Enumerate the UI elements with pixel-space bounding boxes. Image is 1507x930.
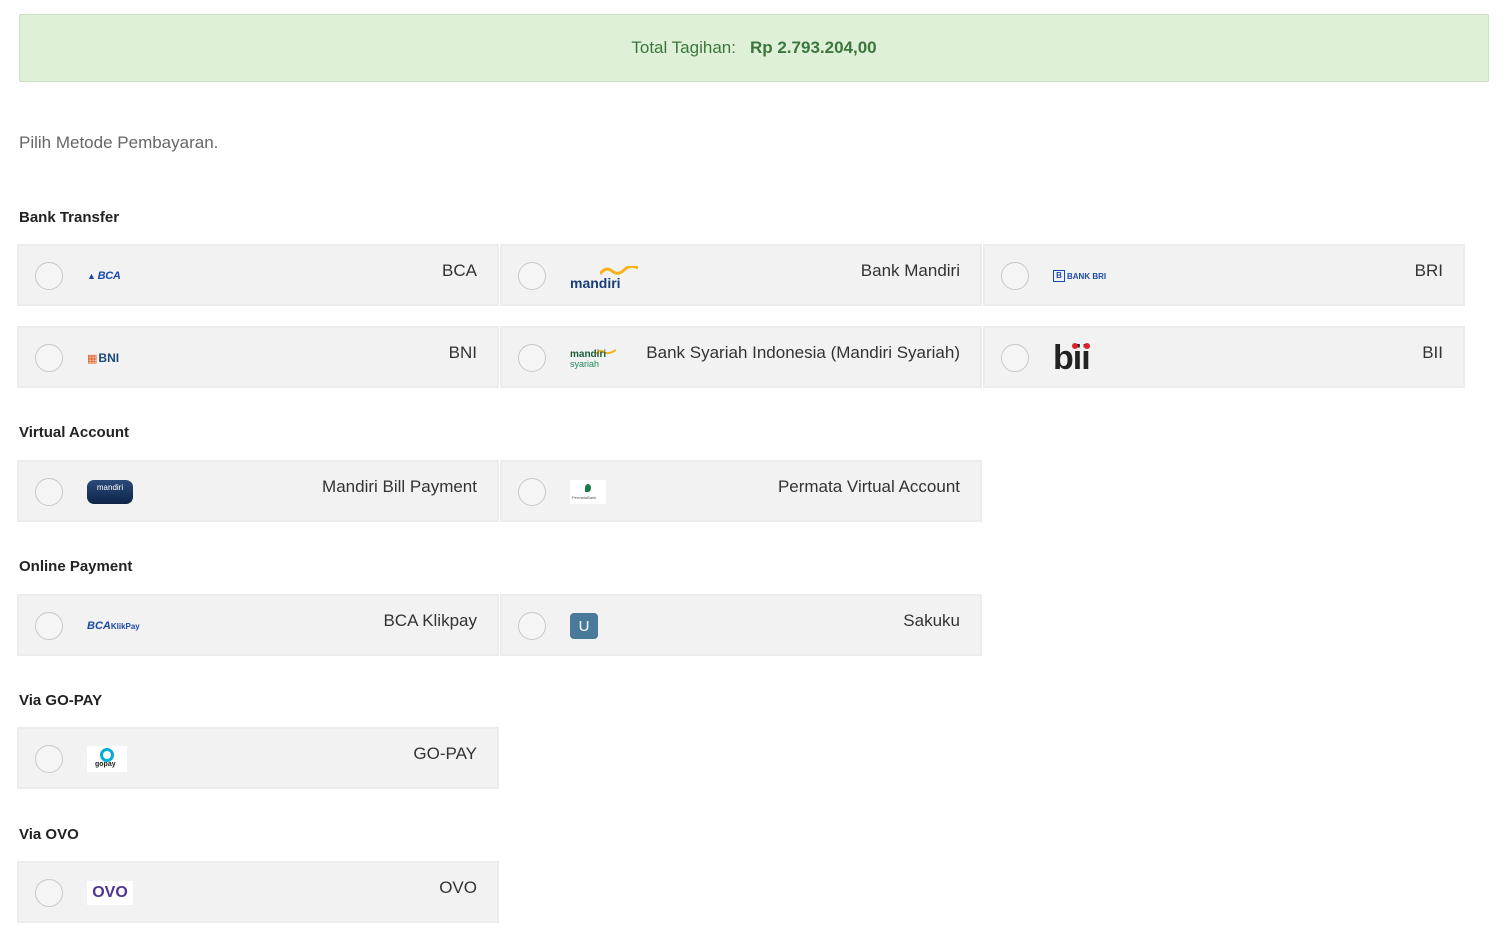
payment-option-sakuku[interactable]: U Sakuku [500,594,982,656]
payment-option-label: BII [1422,343,1443,362]
bri-logo: B BANK BRI [1053,260,1106,292]
gopay-logo: gopay [87,743,127,775]
payment-option-bank-syariah-indonesia[interactable]: mandiri syariah Bank Syariah Indonesia (… [500,326,982,388]
bni-logo: ▦ BNI [87,351,120,365]
payment-option-label: Mandiri Bill Payment [322,477,477,496]
mandiri-syariah-logo: mandiri syariah [570,342,620,374]
payment-option-bri[interactable]: B BANK BRI BRI [983,244,1465,306]
radio-button[interactable] [1001,262,1029,290]
payment-option-label: Sakuku [903,611,960,630]
payment-option-bca-klikpay[interactable]: BCAKlikPay BCA Klikpay [17,594,499,656]
payment-option-label: BCA [442,261,477,280]
instruction-text: Pilih Metode Pembayaran. [19,133,219,152]
radio-button[interactable] [1001,344,1029,372]
payment-option-label: Bank Syariah Indonesia (Mandiri Syariah) [646,343,960,362]
radio-button[interactable] [35,745,63,773]
payment-option-gopay[interactable]: gopay GO-PAY [17,727,499,789]
total-value: Rp 2.793.204,00 [749,38,877,57]
payment-option-label: Bank Mandiri [860,261,960,280]
section-title-gopay: Via GO-PAY [19,692,103,709]
section-title-virtual-account: Virtual Account [19,424,130,441]
radio-button[interactable] [518,478,546,506]
bca-klikpay-logo: BCAKlikPay [87,620,140,632]
total-label: Total Tagihan: [631,38,736,57]
payment-option-label: BRI [1414,261,1443,280]
payment-option-label: Permata Virtual Account [777,477,960,496]
payment-option-label: BNI [448,343,477,362]
payment-option-label: OVO [439,878,477,897]
payment-option-mandiri-bill-payment[interactable]: mandiri Mandiri Bill Payment [17,460,499,522]
ovo-logo: OVO [87,877,133,909]
section-title-online-payment: Online Payment [19,558,133,575]
radio-button[interactable] [35,478,63,506]
radio-button[interactable] [35,262,63,290]
payment-option-permata-virtual-account[interactable]: PermataBank Permata Virtual Account [500,460,982,522]
mandiri-logo: mandiri [570,260,640,292]
payment-option-label: BCA Klikpay [383,611,477,630]
radio-button[interactable] [35,344,63,372]
payment-option-label: GO-PAY [413,744,477,763]
total-bill-banner: Total Tagihan: Rp 2.793.204,00 [19,14,1489,82]
payment-option-bni[interactable]: ▦ BNI BNI [17,326,499,388]
payment-option-bank-mandiri[interactable]: mandiri Bank Mandiri [500,244,982,306]
payment-option-ovo[interactable]: OVO OVO [17,861,499,923]
radio-button[interactable] [35,612,63,640]
payment-option-bii[interactable]: bii BII [983,326,1465,388]
radio-button[interactable] [518,262,546,290]
permata-logo: PermataBank [570,476,606,508]
mandiri-bill-logo: mandiri [87,476,133,508]
bca-logo: ▲ BCA [87,270,121,282]
payment-option-bca[interactable]: ▲ BCA BCA [17,244,499,306]
bii-logo: bii [1053,339,1091,377]
sakuku-logo: U [570,610,598,642]
radio-button[interactable] [518,612,546,640]
radio-button[interactable] [35,879,63,907]
section-title-ovo: Via OVO [19,826,79,843]
radio-button[interactable] [518,344,546,372]
section-title-bank-transfer: Bank Transfer [19,209,120,226]
